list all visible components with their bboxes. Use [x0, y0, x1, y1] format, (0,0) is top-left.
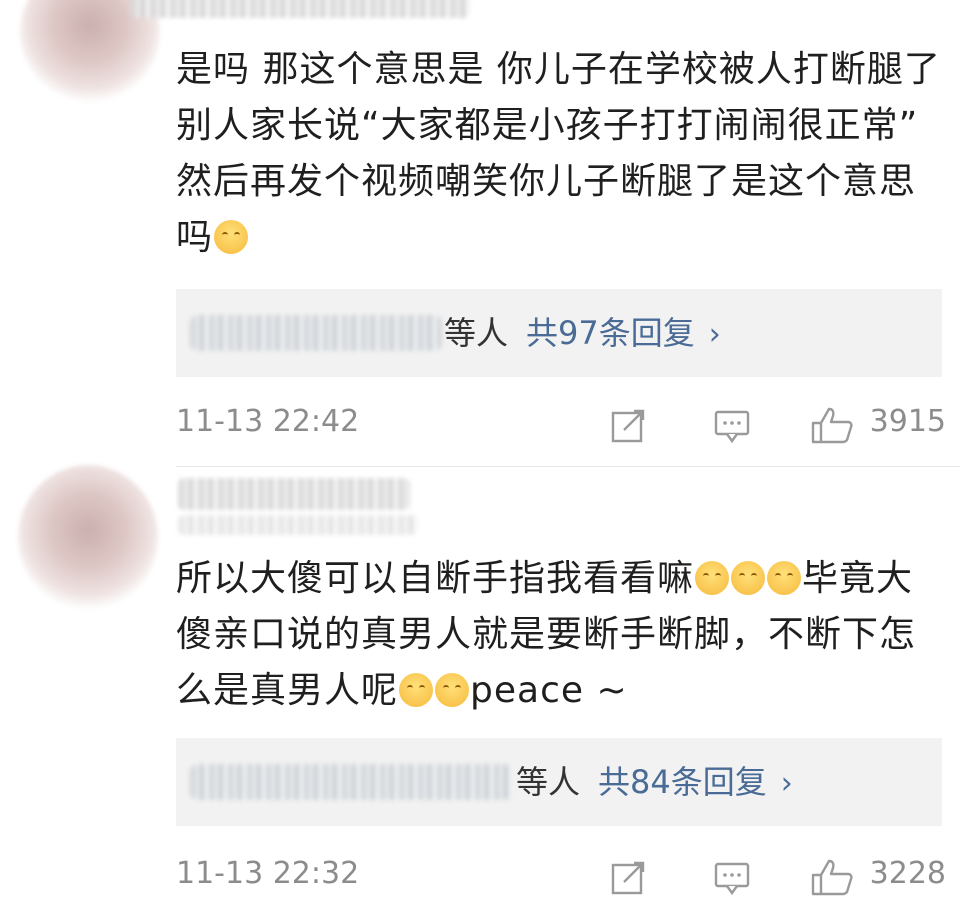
username-blurred[interactable] — [178, 478, 410, 510]
avatar[interactable] — [18, 465, 158, 610]
thumbs-up-icon[interactable] — [810, 858, 854, 896]
reply-preview[interactable]: 等人 共97条回复 › — [176, 289, 942, 377]
divider — [176, 466, 960, 467]
username-blurred[interactable] — [130, 0, 470, 18]
comment-meta: 11-13 22:32 3228 — [176, 856, 946, 900]
smile-icon — [767, 561, 802, 595]
scared-face-icon — [435, 673, 470, 707]
reply-suffix: 等人 — [444, 314, 509, 352]
reply-summary: 等人 共97条回复 › — [444, 311, 721, 357]
smile-icon — [731, 561, 766, 595]
thumbs-up-icon[interactable] — [810, 406, 854, 444]
timestamp: 11-13 22:42 — [176, 404, 360, 439]
chevron-right-icon: › — [780, 766, 793, 801]
reply-users-blurred — [190, 315, 442, 351]
like-count: 3915 — [869, 404, 946, 439]
reply-users-blurred — [190, 764, 512, 800]
share-icon[interactable] — [610, 858, 648, 896]
reply-count-link[interactable]: 共84条回复 — [598, 763, 767, 801]
like-count: 3228 — [869, 856, 946, 891]
comment-text: 所以大傻可以自断手指我看看嘛 毕竟大傻亲口说的真男人就是要断手断脚，不断下怎么是真… — [176, 558, 917, 711]
comment-icon[interactable] — [713, 858, 751, 896]
comment-icon[interactable] — [713, 406, 751, 444]
chevron-right-icon: › — [708, 317, 721, 352]
share-icon[interactable] — [610, 406, 648, 444]
pleading-face-icon — [399, 673, 434, 707]
reply-count-link[interactable]: 共97条回复 — [526, 314, 695, 352]
timestamp: 11-13 22:32 — [176, 856, 360, 891]
reply-suffix: 等人 — [516, 763, 581, 801]
reply-summary: 等人 共84条回复 › — [516, 760, 793, 806]
user-badge-blurred — [178, 515, 418, 535]
comment-text: 是吗 那这个意思是 你儿子在学校被人打断腿了 别人家长说“大家都是小孩子打打闹闹… — [176, 49, 941, 258]
reply-preview[interactable]: 等人 共84条回复 › — [176, 738, 942, 826]
comment-meta: 11-13 22:42 3915 — [176, 404, 946, 448]
smiling-face-with-hands-icon — [214, 220, 249, 254]
smile-icon — [695, 561, 730, 595]
